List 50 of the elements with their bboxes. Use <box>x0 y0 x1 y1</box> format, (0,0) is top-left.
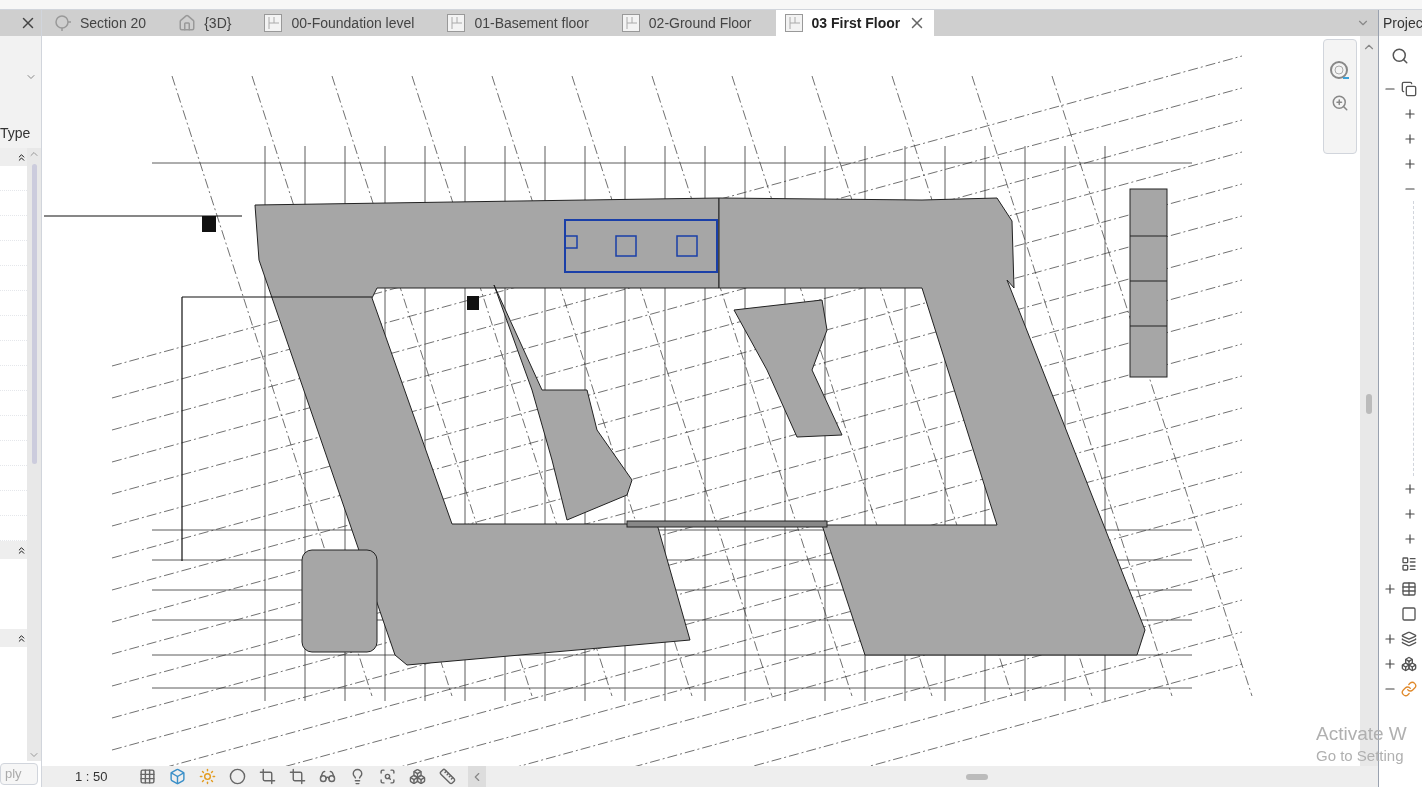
sheet-icon <box>1401 605 1417 622</box>
expand-icon[interactable] <box>1383 581 1397 596</box>
views-icon <box>1401 80 1417 97</box>
collapse-group-icon[interactable] <box>16 632 27 644</box>
crop-icon[interactable] <box>289 768 306 785</box>
type-label: Type <box>0 123 31 143</box>
circle-icon[interactable] <box>229 768 246 785</box>
expand-icon[interactable] <box>1403 106 1417 121</box>
scrollbar-thumb[interactable] <box>966 773 988 780</box>
steering-wheel-2d-icon[interactable] <box>1329 60 1351 82</box>
floor-plan-icon <box>620 13 641 33</box>
view-tab[interactable]: 01-Basement floor <box>438 10 597 36</box>
search-icon[interactable] <box>1391 47 1409 65</box>
glasses-icon[interactable] <box>319 768 336 785</box>
zoom-icon[interactable] <box>1331 94 1349 112</box>
house-icon <box>178 14 197 32</box>
expand-icon[interactable] <box>1383 631 1397 646</box>
project-browser-title: Projec <box>1383 13 1422 33</box>
sun-icon[interactable] <box>199 768 216 785</box>
grid-icon[interactable] <box>139 768 156 785</box>
floor-plan-icon <box>783 13 804 33</box>
floor-plan-icon <box>263 13 284 33</box>
expand-icon[interactable] <box>1403 131 1417 146</box>
collapse-group-icon[interactable] <box>16 151 27 163</box>
legend-icon <box>1401 555 1417 572</box>
boxes-icon[interactable] <box>409 768 426 785</box>
collapse-group-icon[interactable] <box>16 544 27 556</box>
link-icon <box>1401 680 1417 697</box>
expand-icon[interactable] <box>1403 156 1417 171</box>
crop-icon[interactable] <box>259 768 276 785</box>
view-tab[interactable]: Section 20 <box>46 10 155 36</box>
ruler-icon[interactable] <box>439 768 456 785</box>
group-icon <box>1401 655 1417 672</box>
table-icon <box>1401 580 1417 597</box>
expand-icon[interactable] <box>1403 506 1417 521</box>
expand-icon[interactable] <box>1383 656 1397 671</box>
family-icon <box>1401 630 1417 647</box>
view-tab[interactable]: 02-Ground Floor <box>612 10 760 36</box>
cube-icon[interactable] <box>169 768 186 785</box>
expand-icon[interactable] <box>1403 531 1417 546</box>
floor-plan-icon <box>446 13 467 33</box>
expand-icon[interactable] <box>1403 481 1417 496</box>
scan-icon[interactable] <box>379 768 396 785</box>
view-tab[interactable]: {3D} <box>170 10 240 36</box>
scale-label[interactable]: 1 : 50 <box>75 766 139 787</box>
view-tab[interactable]: 00-Foundation level <box>255 10 423 36</box>
view-tab[interactable]: 03 First Floor <box>775 10 935 36</box>
scrollbar-thumb[interactable] <box>31 164 37 464</box>
section-marker-icon <box>54 14 72 32</box>
scrollbar-thumb[interactable] <box>1366 394 1372 414</box>
